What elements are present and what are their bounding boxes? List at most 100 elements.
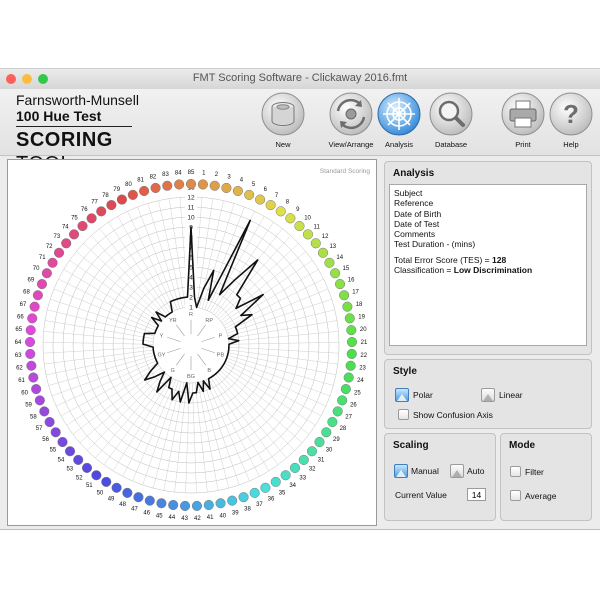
toolbar: Farnsworth-Munsell 100 Hue Test SCORING …	[0, 89, 600, 175]
cap-number: 5	[252, 182, 256, 188]
cap-number: 12	[322, 234, 329, 240]
new-icon	[261, 92, 305, 136]
hue-cap	[302, 229, 314, 240]
analysis-button[interactable]: Analysis	[374, 91, 424, 149]
cap-number: 51	[86, 483, 93, 489]
hue-cap	[162, 180, 173, 191]
hue-cap	[343, 372, 354, 383]
scale-label: 2	[189, 295, 193, 302]
cap-number: 78	[102, 193, 109, 199]
hue-cap	[342, 301, 353, 312]
current-value-input[interactable]: 14	[467, 488, 486, 501]
help-button[interactable]: ? Help	[546, 91, 596, 149]
manual-option[interactable]	[394, 464, 408, 478]
cap-number: 14	[336, 255, 343, 261]
hue-label: P	[219, 333, 223, 339]
cap-number: 7	[275, 193, 279, 199]
mode-title: Mode	[509, 440, 536, 451]
hue-cap	[24, 336, 36, 348]
manual-option-icon	[396, 470, 406, 477]
hue-cap	[41, 268, 52, 279]
cap-number: 64	[15, 340, 22, 346]
hue-cap	[122, 487, 133, 498]
cap-number: 76	[81, 207, 88, 213]
hue-cap	[139, 185, 150, 197]
polar-chart: Standard Scoring 12345678910111213RRPPPB…	[15, 168, 371, 522]
style-panel: Style Polar Linear Show Confusion Axis	[384, 359, 592, 429]
hue-cap	[101, 476, 112, 487]
scale-label-strip	[185, 195, 197, 309]
auto-option-icon	[452, 470, 462, 477]
cap-number: 32	[309, 467, 316, 473]
polar-option[interactable]	[395, 388, 409, 402]
analysis-text-box[interactable]: Subject Reference Date of Birth Date of …	[389, 184, 587, 346]
grid-spoke	[83, 243, 164, 320]
grid-spoke	[147, 203, 181, 309]
cap-number: 31	[318, 457, 325, 463]
hue-cap	[344, 313, 355, 324]
cap-number: 72	[46, 244, 53, 250]
classification-label: Classification =	[394, 265, 454, 276]
database-button[interactable]: Database	[426, 91, 476, 149]
cap-number: 20	[360, 327, 367, 333]
linear-option[interactable]	[481, 388, 495, 402]
grid-spoke	[224, 278, 324, 329]
hue-spoke	[167, 336, 181, 342]
analysis-title: Analysis	[393, 168, 435, 179]
print-button[interactable]: Print	[498, 91, 548, 149]
cap-number: 19	[358, 315, 365, 321]
scale-label: 12	[187, 195, 195, 202]
hue-spoke	[201, 336, 215, 342]
scaling-title: Scaling	[393, 440, 429, 451]
cap-number: 3	[227, 174, 231, 180]
cap-number: 52	[76, 475, 83, 481]
cap-number: 54	[58, 457, 65, 463]
cap-number: 42	[194, 516, 201, 522]
cap-number: 43	[181, 516, 188, 522]
hue-cap	[47, 257, 58, 268]
hue-label: G	[171, 368, 175, 374]
hue-cap	[255, 194, 266, 205]
cap-number: 74	[62, 224, 69, 230]
grid-spoke	[122, 378, 174, 477]
cap-number: 29	[333, 437, 340, 443]
hue-cap	[25, 325, 36, 336]
cap-number: 69	[28, 278, 35, 284]
hue-cap	[91, 470, 102, 481]
filter-checkbox[interactable]	[510, 466, 521, 477]
cap-number: 83	[162, 172, 169, 178]
hue-cap	[314, 436, 325, 448]
cap-number: 18	[356, 302, 363, 308]
cap-number: 48	[119, 502, 126, 508]
view-arrange-button[interactable]: View/Arrange	[326, 91, 376, 149]
auto-option[interactable]	[450, 464, 464, 478]
grid-spoke	[221, 367, 310, 435]
cap-number: 13	[329, 244, 336, 250]
hue-label: R	[189, 312, 193, 318]
hue-cap	[244, 189, 255, 200]
hue-cap	[133, 492, 144, 503]
view-arrange-icon	[329, 92, 373, 136]
tes-label: Total Error Score (TES) =	[394, 254, 493, 265]
cap-number: 84	[175, 171, 182, 177]
hue-cap	[191, 500, 202, 511]
hue-cap	[334, 279, 346, 290]
hue-cap	[197, 179, 208, 190]
cap-number: 45	[156, 513, 163, 519]
average-checkbox[interactable]	[510, 490, 521, 501]
cap-number: 26	[350, 403, 357, 409]
confusion-axis-checkbox[interactable]	[398, 409, 409, 420]
hue-cap	[32, 290, 43, 301]
cap-number: 1	[202, 171, 206, 177]
view-arrange-label: View/Arrange	[328, 140, 374, 149]
cap-number: 40	[219, 513, 226, 519]
grid-spoke	[46, 352, 154, 376]
hue-cap	[346, 336, 358, 348]
grid-spoke	[208, 378, 260, 477]
cap-number: 61	[18, 378, 25, 384]
scale-label: 10	[187, 215, 195, 222]
new-button[interactable]: New	[258, 91, 308, 149]
scale-label: 1	[189, 305, 193, 312]
confusion-axis-label: Show Confusion Axis	[413, 410, 493, 420]
grid-spoke	[210, 377, 270, 471]
